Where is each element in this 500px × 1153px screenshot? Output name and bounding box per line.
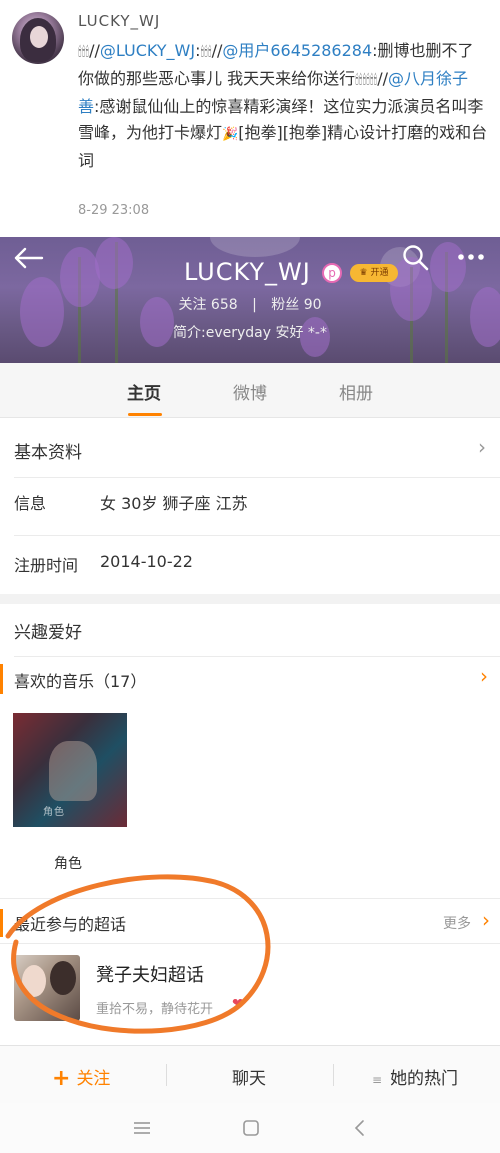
album-title[interactable]: 角色 xyxy=(54,853,82,873)
chevron-right-icon[interactable]: › xyxy=(478,435,486,459)
vip-badge[interactable]: ♛ 开通 xyxy=(350,264,398,282)
search-icon[interactable] xyxy=(402,244,430,272)
mention-link[interactable]: @用户6645286284 xyxy=(222,41,372,60)
section-marker xyxy=(0,909,3,937)
hot-posts-button[interactable]: ≡ 她的热门 xyxy=(372,1064,458,1089)
more-icon[interactable] xyxy=(456,250,486,264)
topic-slogan: 重拾不易，静待花开 xyxy=(96,1002,214,1017)
follow-button[interactable]: + 关注 xyxy=(52,1064,111,1091)
plus-icon: + xyxy=(52,1066,71,1091)
album-figure xyxy=(49,741,97,801)
more-link[interactable]: 更多 xyxy=(443,913,471,933)
super-topics-title: 最近参与的超话 xyxy=(14,915,127,934)
followers-count[interactable]: 90 xyxy=(304,297,322,313)
follow-label: 关注 xyxy=(76,1069,111,1089)
thumbnail-figure xyxy=(50,961,76,995)
divider xyxy=(14,656,500,657)
profile-name: LUCKY_WJ xyxy=(184,258,311,286)
heart-icon: ❤ xyxy=(232,996,244,1012)
active-tab-indicator xyxy=(128,413,162,416)
emoji-icon: 🕯🕯🕯 xyxy=(78,45,90,60)
post-time: 8-29 23:08 xyxy=(78,203,150,218)
interests-title: 兴趣爱好 xyxy=(14,623,82,643)
post-text-segment: // xyxy=(89,41,100,60)
favorite-music-label[interactable]: 喜欢的音乐（17） xyxy=(14,668,146,692)
reg-time-value: 2014-10-22 xyxy=(100,552,193,571)
menu-icon[interactable] xyxy=(131,1117,153,1139)
album-cover[interactable]: 角色 xyxy=(13,713,127,827)
post-text-segment: // xyxy=(377,69,389,88)
emoji-icon: 🎉 xyxy=(222,127,239,142)
stats-separator: | xyxy=(252,297,257,313)
tab-weibo[interactable]: 微博 xyxy=(210,379,290,404)
topic-name[interactable]: 凳子夫妇超话 xyxy=(96,961,204,987)
avatar-face xyxy=(30,26,48,48)
hot-posts-label: 她的热门 xyxy=(390,1069,459,1089)
section-gap xyxy=(0,594,500,604)
user-level-badge[interactable]: p xyxy=(322,263,342,283)
chat-button[interactable]: 聊天 xyxy=(232,1064,266,1089)
following-count[interactable]: 658 xyxy=(211,297,238,313)
info-label: 信息 xyxy=(14,494,47,513)
following-label[interactable]: 关注 xyxy=(178,297,206,313)
divider xyxy=(14,535,500,536)
tab-home[interactable]: 主页 xyxy=(104,379,184,404)
divider xyxy=(333,1064,334,1086)
profile-stats: 关注 658 | 粉丝 90 xyxy=(0,294,500,314)
emoji-icon: 🕯🕯🕯🕯🕯🕯 xyxy=(355,73,378,88)
emoji-icon: 🕯🕯🕯 xyxy=(200,45,212,60)
system-navigation-bar xyxy=(0,1103,500,1153)
back-arrow-icon[interactable] xyxy=(12,246,44,270)
profile-tabs: 主页 微博 相册 xyxy=(0,363,500,418)
list-icon: ≡ xyxy=(372,1073,383,1087)
section-marker xyxy=(0,664,3,694)
post-text: 🕯🕯🕯//@LUCKY_WJ:🕯🕯🕯//@用户6645286284:删博也删不了… xyxy=(78,38,488,174)
album-cover-text: 角色 xyxy=(43,807,65,818)
post-username[interactable]: LUCKY_WJ xyxy=(78,12,160,30)
basic-info-title[interactable]: 基本资料 xyxy=(14,438,82,463)
reg-time-label: 注册时间 xyxy=(14,556,79,575)
post-card: LUCKY_WJ 🕯🕯🕯//@LUCKY_WJ:🕯🕯🕯//@用户66452862… xyxy=(0,0,500,237)
info-value: 女 30岁 狮子座 江苏 xyxy=(100,494,248,513)
chevron-right-icon[interactable]: › xyxy=(480,664,488,688)
post-text-segment: // xyxy=(211,41,223,60)
tab-album[interactable]: 相册 xyxy=(316,379,396,404)
basic-info-section: 基本资料 › 信息 女 30岁 狮子座 江苏 注册时间 2014-10-22 xyxy=(0,419,500,594)
bottom-action-bar: + 关注 聊天 ≡ 她的热门 xyxy=(0,1045,500,1103)
thumbnail-figure xyxy=(22,965,46,997)
followers-label[interactable]: 粉丝 xyxy=(271,297,299,313)
back-icon[interactable] xyxy=(349,1117,371,1139)
home-icon[interactable] xyxy=(240,1117,262,1139)
mention-link[interactable]: @LUCKY_WJ xyxy=(100,41,195,60)
divider xyxy=(166,1064,167,1086)
user-avatar[interactable] xyxy=(12,12,64,64)
divider xyxy=(14,477,500,478)
vip-label: 开通 xyxy=(370,268,389,278)
profile-bio: 简介:everyday 安好 *-* xyxy=(173,325,327,341)
divider xyxy=(0,943,500,944)
chevron-right-icon[interactable]: › xyxy=(482,908,490,932)
topic-thumbnail[interactable] xyxy=(14,955,80,1021)
